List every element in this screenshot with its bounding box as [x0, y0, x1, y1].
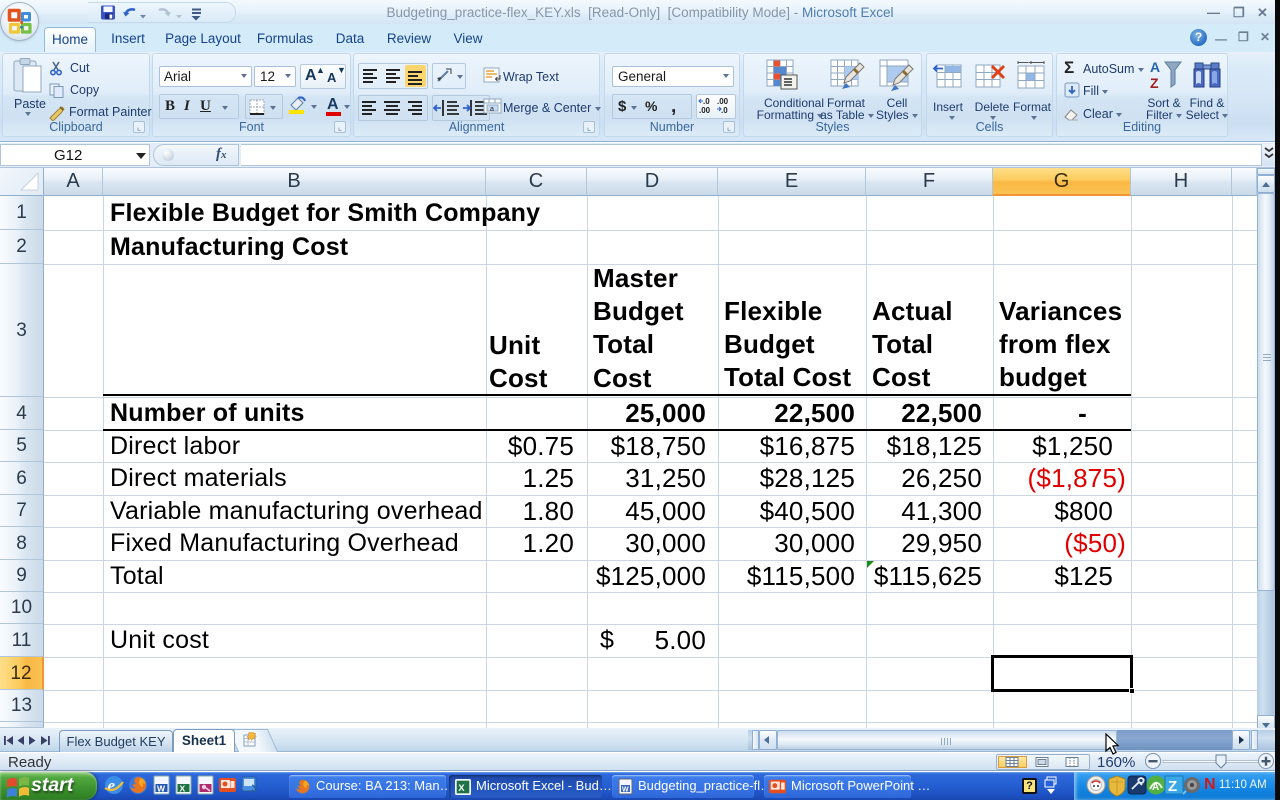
svg-text:.00: .00	[717, 97, 729, 106]
svg-text:X: X	[180, 784, 186, 794]
svg-text:e: e	[108, 776, 116, 795]
svg-text:A: A	[1150, 59, 1160, 75]
svg-text:.0: .0	[721, 106, 728, 115]
svg-text:X: X	[458, 783, 465, 793]
svg-text:W: W	[157, 784, 166, 794]
svg-text:A: A	[1152, 782, 1159, 793]
svg-text:a: a	[490, 106, 494, 113]
svg-text:W: W	[622, 787, 629, 794]
svg-text:Z: Z	[1168, 778, 1177, 795]
svg-text:.0: .0	[703, 97, 710, 106]
svg-text:Z: Z	[1150, 75, 1159, 91]
svg-text:.00: .00	[699, 106, 711, 115]
